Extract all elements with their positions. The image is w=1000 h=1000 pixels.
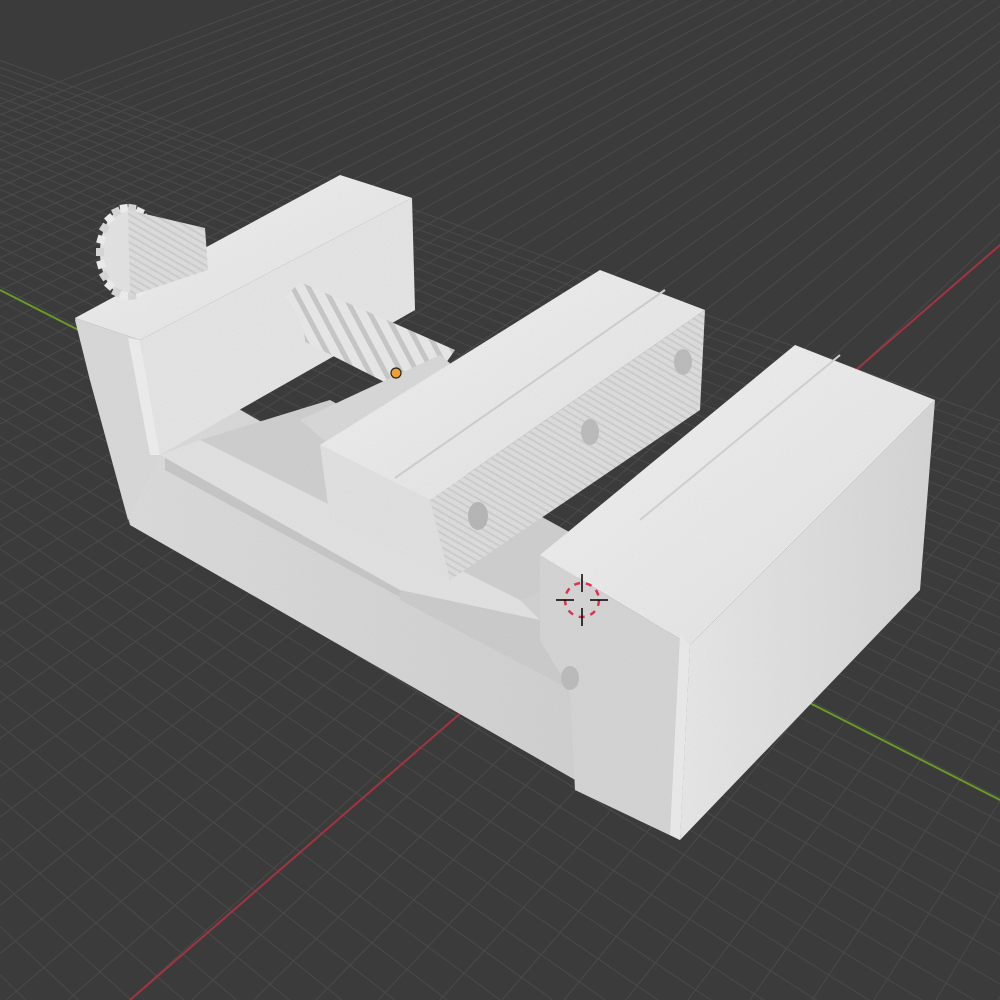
jaw-hole-2 <box>581 419 599 445</box>
3d-viewport[interactable] <box>0 0 1000 1000</box>
jaw-hole-3 <box>674 349 692 375</box>
fixed-jaw-hole <box>561 666 579 690</box>
gear-tooth <box>119 291 129 301</box>
jaw-hole-1 <box>468 502 488 530</box>
gear-tooth <box>119 203 129 213</box>
scene-canvas[interactable] <box>0 0 1000 1000</box>
gear-tooth <box>96 248 104 256</box>
object-origin-icon[interactable] <box>390 367 402 379</box>
